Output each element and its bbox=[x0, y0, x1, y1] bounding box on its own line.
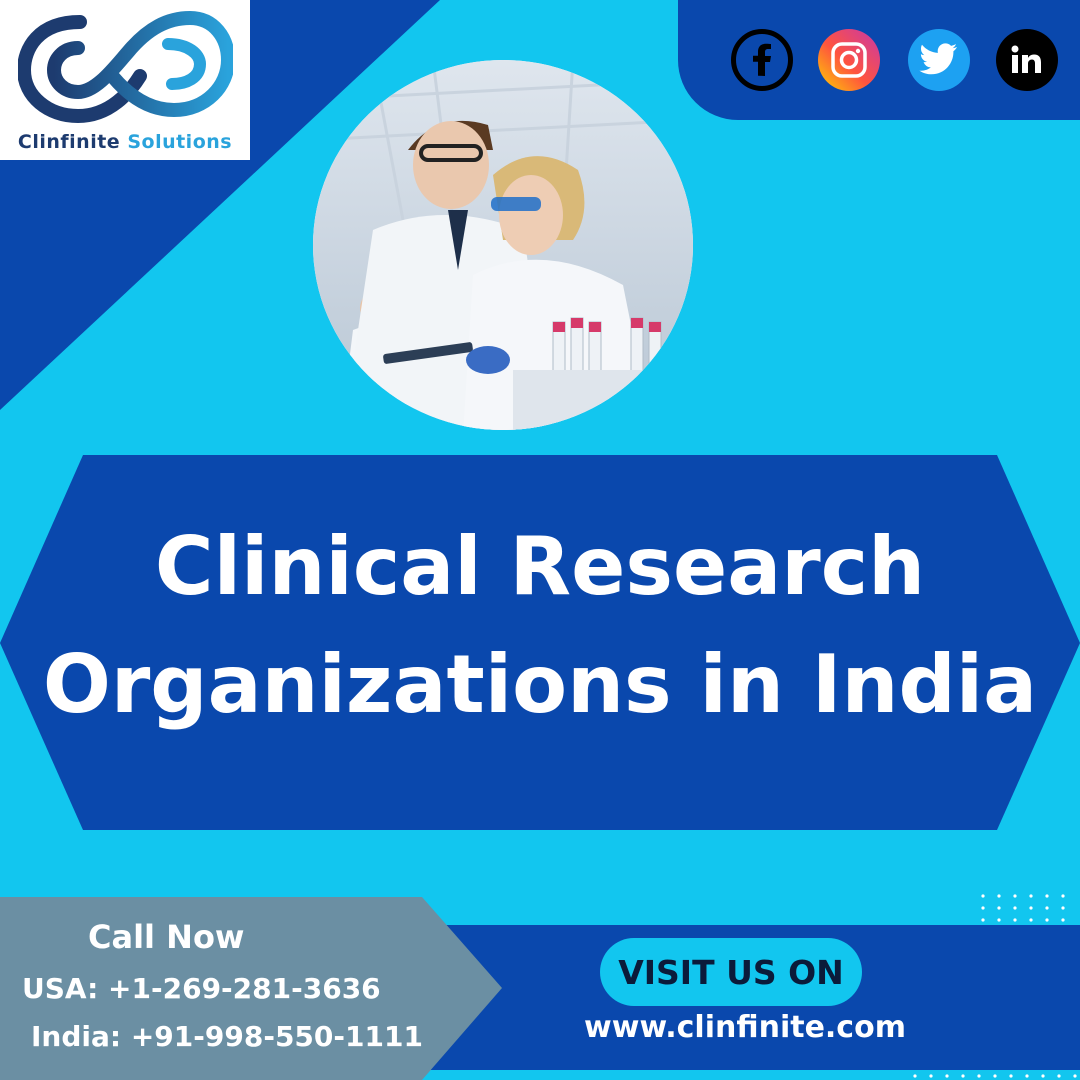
india-phone-number[interactable]: India: +91-998-550-1111 bbox=[31, 1020, 423, 1053]
visit-us-button[interactable]: VISIT US ON bbox=[600, 938, 862, 1006]
usa-phone-number[interactable]: USA: +1-269-281-3636 bbox=[22, 972, 381, 1005]
website-link[interactable]: www.clinfinite.com bbox=[540, 1010, 950, 1045]
call-now-label: Call Now bbox=[88, 918, 245, 956]
